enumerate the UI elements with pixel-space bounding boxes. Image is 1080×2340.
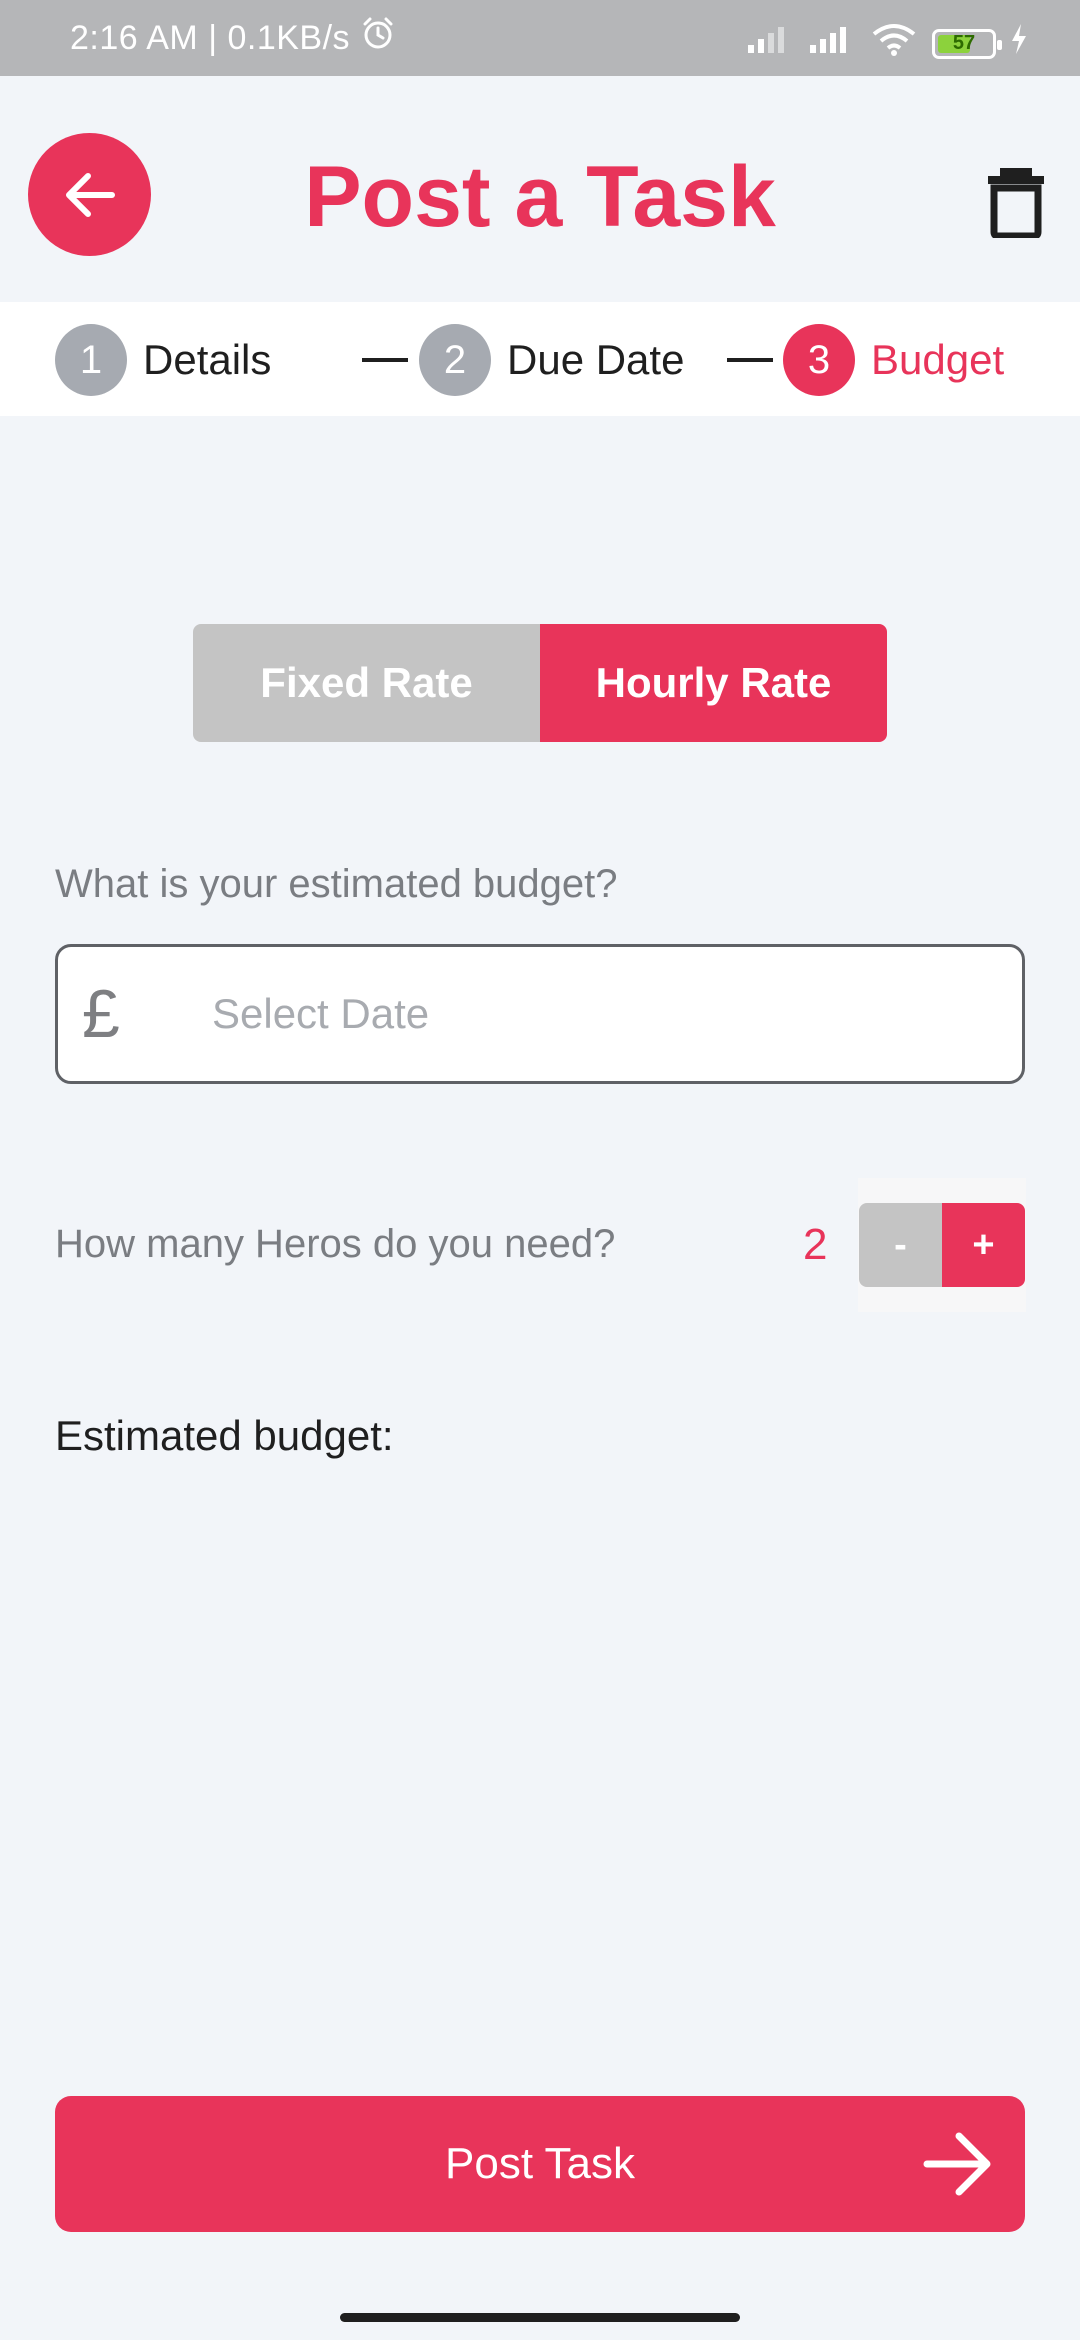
page-title: Post a Task <box>304 149 776 245</box>
heros-question: How many Heros do you need? <box>55 1222 616 1266</box>
battery-icon: 57 <box>932 28 1002 59</box>
estimated-budget-label: Estimated budget: <box>55 1412 394 1459</box>
fixed-rate-button[interactable]: Fixed Rate <box>193 624 540 742</box>
heros-count: 2 <box>803 1220 828 1269</box>
home-indicator[interactable] <box>340 2313 740 2322</box>
step-number: 1 <box>55 324 127 396</box>
battery-level: 57 <box>952 32 976 54</box>
budget-field[interactable]: £ <box>55 944 1025 1084</box>
step-label: Due Date <box>507 336 685 383</box>
budget-question: What is your estimated budget? <box>55 862 618 906</box>
step-connector <box>362 358 408 362</box>
charging-icon <box>1010 24 1028 63</box>
step-number: 2 <box>419 324 491 396</box>
status-time: 2:16 AM | 0.1KB/s <box>70 18 351 57</box>
status-bar: 2:16 AM | 0.1KB/s 57 <box>0 0 1080 76</box>
rate-type-toggle: Fixed Rate Hourly Rate <box>193 624 887 742</box>
signal-icon <box>808 23 856 64</box>
increment-button[interactable]: + <box>942 1203 1025 1287</box>
post-task-label: Post Task <box>445 2139 635 2188</box>
wifi-icon <box>870 22 918 65</box>
step-progress: 1 Details 2 Due Date 3 Budget <box>0 302 1080 416</box>
pound-currency-icon: £ <box>82 976 120 1052</box>
delete-button[interactable] <box>986 168 1046 240</box>
signal-icon <box>746 23 794 64</box>
step-connector <box>727 358 773 362</box>
status-icons: 57 <box>746 22 1028 65</box>
step-label: Budget <box>871 336 1005 383</box>
step-due-date[interactable]: 2 Due Date <box>419 324 684 396</box>
arrow-right-icon <box>923 2132 991 2196</box>
step-label: Details <box>143 336 272 383</box>
step-number: 3 <box>783 324 855 396</box>
trash-icon <box>988 168 1044 240</box>
alarm-icon <box>360 16 396 61</box>
post-task-button[interactable]: Post Task <box>55 2096 1025 2232</box>
header: Post a Task <box>0 76 1080 302</box>
decrement-button[interactable]: - <box>859 1203 942 1287</box>
budget-input[interactable] <box>212 990 972 1038</box>
step-budget[interactable]: 3 Budget <box>783 324 1004 396</box>
step-details[interactable]: 1 Details <box>55 324 271 396</box>
hourly-rate-button[interactable]: Hourly Rate <box>540 624 887 742</box>
heros-stepper: - + <box>858 1178 1026 1312</box>
